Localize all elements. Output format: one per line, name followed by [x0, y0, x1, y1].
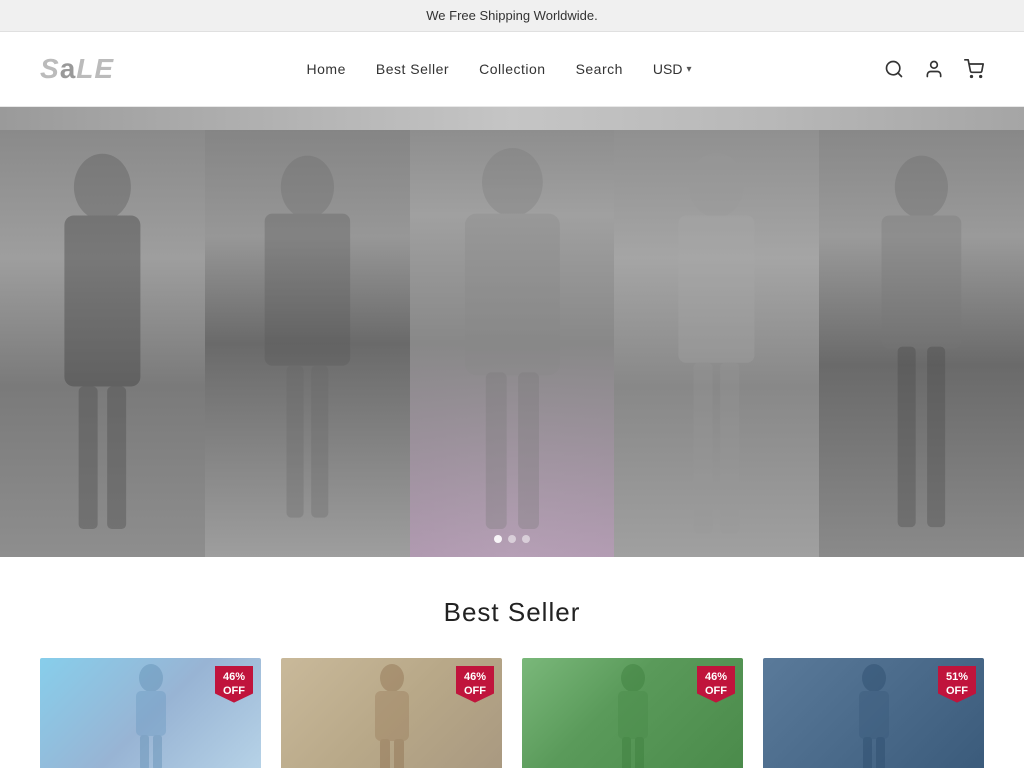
carousel-dot-2[interactable]	[508, 535, 516, 543]
cart-icon-button[interactable]	[964, 59, 984, 79]
discount-percent-3: 46%	[703, 670, 729, 684]
currency-selector[interactable]: USD ▾	[653, 61, 692, 77]
main-nav: Home Best Seller Collection Search USD ▾	[307, 61, 692, 77]
announcement-text: We Free Shipping Worldwide.	[426, 8, 598, 23]
currency-arrow-icon: ▾	[686, 64, 691, 75]
page-wrapper: We Free Shipping Worldwide. SaLE Home Be…	[0, 0, 1024, 768]
figure-silhouette-1	[0, 130, 205, 558]
hero-background	[0, 107, 1024, 557]
product-card-2[interactable]: 46% OFF	[281, 658, 502, 768]
account-icon-button[interactable]	[924, 59, 944, 79]
product-card-1[interactable]: 46% OFF	[40, 658, 261, 768]
discount-off-2: OFF	[462, 684, 488, 698]
nav-home[interactable]: Home	[307, 61, 346, 77]
nav-best-seller[interactable]: Best Seller	[376, 61, 449, 77]
discount-percent-1: 46%	[221, 670, 247, 684]
hero-section	[0, 107, 1024, 557]
announcement-bar: We Free Shipping Worldwide.	[0, 0, 1024, 32]
hero-figure-4	[614, 107, 819, 557]
currency-label: USD	[653, 61, 683, 77]
site-header: SaLE Home Best Seller Collection Search …	[0, 32, 1024, 107]
best-seller-section: Best Seller 46% OFF	[0, 557, 1024, 768]
carousel-dot-1[interactable]	[494, 535, 502, 543]
best-seller-title: Best Seller	[40, 597, 984, 628]
nav-search[interactable]: Search	[576, 61, 623, 77]
figure-silhouette-2	[205, 130, 410, 558]
hero-figures	[0, 107, 1024, 557]
carousel-dot-3[interactable]	[522, 535, 530, 543]
product-card-4[interactable]: 51% OFF	[763, 658, 984, 768]
logo-text: SaLE	[40, 53, 114, 84]
hero-figure-3	[410, 107, 615, 557]
hero-figure-2	[205, 107, 410, 557]
figure-silhouette-5	[819, 130, 1024, 558]
products-grid: 46% OFF 46% OFF	[40, 658, 984, 768]
figure-silhouette-4	[614, 130, 819, 558]
carousel-dots	[494, 535, 530, 543]
nav-collection[interactable]: Collection	[479, 61, 545, 77]
discount-percent-2: 46%	[462, 670, 488, 684]
discount-off-1: OFF	[221, 684, 247, 698]
hero-figure-1	[0, 107, 205, 557]
hero-figure-5	[819, 107, 1024, 557]
discount-off-3: OFF	[703, 684, 729, 698]
product-card-3[interactable]: 46% OFF	[522, 658, 743, 768]
search-icon-button[interactable]	[884, 59, 904, 79]
figure-silhouette-3	[410, 130, 615, 558]
site-logo[interactable]: SaLE	[40, 53, 114, 85]
header-icons	[884, 59, 984, 79]
discount-off-4: OFF	[944, 684, 970, 698]
discount-percent-4: 51%	[944, 670, 970, 684]
